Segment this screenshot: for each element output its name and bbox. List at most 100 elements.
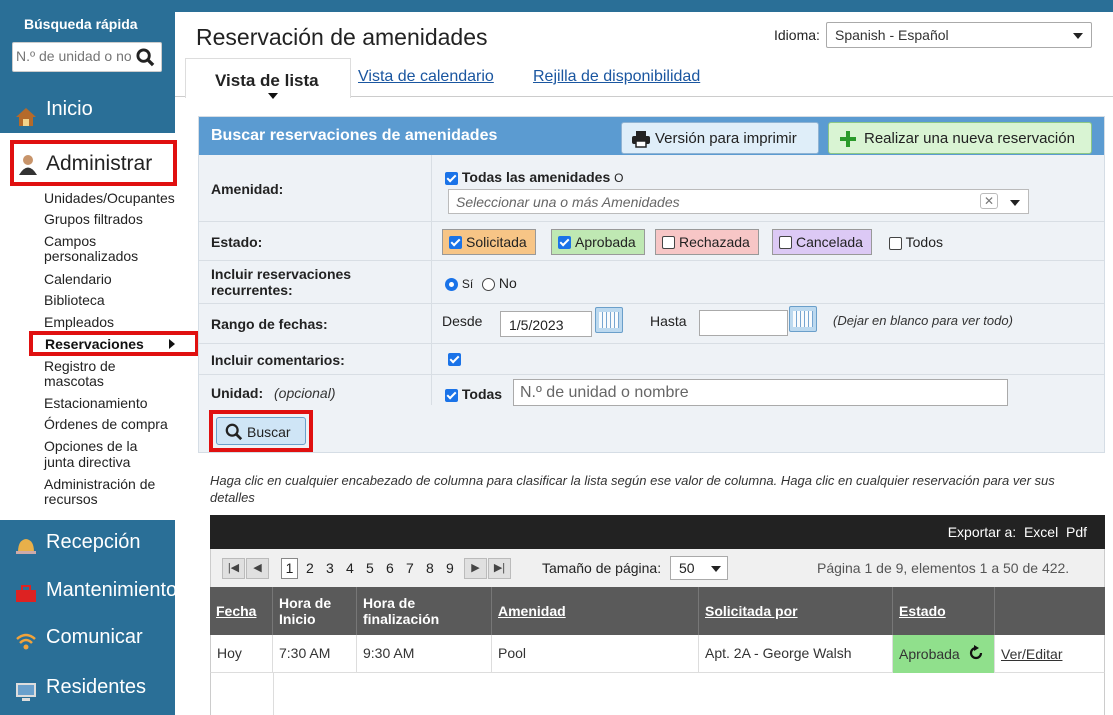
col-hora-inicio[interactable]: Hora de Inicio: [273, 587, 357, 635]
status-solicitada[interactable]: Solicitada: [442, 229, 536, 255]
yes-radio[interactable]: [445, 277, 458, 291]
language-label: Idioma:: [774, 27, 820, 43]
main-content: Reservación de amenidades Idioma: Spanis…: [175, 0, 1113, 715]
solicitada-checkbox[interactable]: [449, 235, 462, 249]
page-8-link[interactable]: 8: [426, 560, 434, 576]
last-page-icon[interactable]: ▶|: [488, 558, 511, 579]
bell-icon: [16, 539, 36, 554]
amenity-multiselect[interactable]: Seleccionar una o más Amenidades ✕: [448, 189, 1029, 214]
nav-inicio[interactable]: Inicio: [0, 95, 175, 133]
calendar-icon[interactable]: [595, 307, 623, 333]
or-label: O: [614, 171, 624, 185]
cell-action: Ver/Editar: [995, 635, 1104, 673]
unit-search-input[interactable]: N.º de unidad o nombre: [513, 379, 1008, 406]
tab-calendar-view[interactable]: Vista de calendario: [358, 68, 494, 86]
nav-comunicar[interactable]: Comunicar: [0, 616, 175, 662]
chevron-down-icon[interactable]: [1010, 200, 1020, 206]
sub-reservaciones[interactable]: Reservaciones: [29, 331, 199, 356]
col-hora-inicio-line2: Inicio: [279, 611, 316, 627]
col-actions: [995, 587, 1105, 635]
page-2-link[interactable]: 2: [306, 560, 314, 576]
from-date-input[interactable]: 1/5/2023: [500, 311, 592, 337]
col-solicitada[interactable]: Solicitada por: [699, 587, 893, 635]
no-radio[interactable]: [482, 277, 495, 291]
to-date-input[interactable]: [699, 310, 788, 336]
row-unit: Unidad: (opcional) Todas N.º de unidad o…: [199, 375, 1104, 409]
col-hora-inicio-line1: Hora de: [279, 595, 332, 611]
nav-mantenimiento[interactable]: Mantenimiento: [0, 568, 177, 614]
page-1-button[interactable]: 1: [281, 558, 298, 579]
unit-all-checkbox[interactable]: [445, 388, 458, 402]
unit-all-option[interactable]: Todas: [445, 386, 502, 402]
quick-search-input[interactable]: [16, 48, 131, 64]
next-page-icon[interactable]: ▶: [464, 558, 487, 579]
from-label: Desde: [442, 313, 483, 329]
language-select[interactable]: Spanish - Español: [826, 22, 1092, 48]
cancelada-checkbox[interactable]: [779, 235, 792, 249]
status-cancelada[interactable]: Cancelada: [772, 229, 872, 255]
sub-campos-1[interactable]: Campos: [44, 233, 96, 249]
sub-admin-recursos-1[interactable]: Administración de: [44, 476, 155, 492]
sub-empleados[interactable]: Empleados: [44, 314, 114, 330]
page-7-link[interactable]: 7: [406, 560, 414, 576]
new-reservation-button[interactable]: Realizar una nueva reservación: [828, 122, 1092, 154]
clear-icon[interactable]: ✕: [979, 193, 998, 209]
refresh-icon[interactable]: [968, 645, 984, 661]
col-hora-fin-label: Hora de finalización: [363, 595, 439, 627]
col-hora-fin[interactable]: Hora de finalización: [357, 587, 492, 635]
sub-admin-recursos-2[interactable]: recursos: [44, 491, 98, 507]
nav-inicio-label: Inicio: [46, 98, 93, 120]
print-version-button[interactable]: Versión para imprimir: [621, 122, 819, 154]
rechazada-checkbox[interactable]: [662, 235, 675, 249]
nav-administrar[interactable]: Administrar: [10, 140, 177, 186]
sub-unidades[interactable]: Unidades/Ocupantes: [44, 190, 175, 206]
recurring-no[interactable]: No: [482, 275, 517, 291]
calendar-icon[interactable]: [789, 306, 817, 332]
page-5-link[interactable]: 5: [366, 560, 374, 576]
search-button-highlight: Buscar: [209, 410, 313, 452]
sub-biblioteca[interactable]: Biblioteca: [44, 292, 105, 308]
status-rechazada[interactable]: Rechazada: [655, 229, 759, 255]
all-amenities-checkbox[interactable]: [445, 171, 458, 185]
status-aprobada[interactable]: Aprobada: [551, 229, 645, 255]
col-fecha[interactable]: Fecha: [210, 587, 273, 635]
sub-registro-2[interactable]: mascotas: [44, 373, 104, 389]
sub-estacionamiento[interactable]: Estacionamiento: [44, 395, 148, 411]
page-6-link[interactable]: 6: [386, 560, 394, 576]
nav-residentes[interactable]: Residentes: [0, 666, 175, 712]
export-excel-link[interactable]: Excel: [1024, 524, 1058, 540]
recurring-yes[interactable]: Sí: [445, 275, 473, 291]
sub-ordenes[interactable]: Órdenes de compra: [44, 416, 168, 432]
from-date-value: 1/5/2023: [509, 317, 564, 333]
all-amenities-option[interactable]: Todas las amenidades O: [445, 169, 623, 185]
col-amenidad[interactable]: Amenidad: [492, 587, 699, 635]
comments-checkbox[interactable]: [448, 353, 461, 366]
view-edit-link[interactable]: Ver/Editar: [1001, 646, 1062, 662]
status-label: Estado:: [211, 234, 263, 250]
page-9-link[interactable]: 9: [446, 560, 454, 576]
row-recurring: Incluir reservaciones recurrentes: Sí No: [199, 261, 1104, 304]
first-page-icon[interactable]: |◀: [222, 558, 245, 579]
sub-grupos[interactable]: Grupos filtrados: [44, 211, 143, 227]
nav-recepcion[interactable]: Recepción: [0, 520, 175, 566]
sub-registro-1[interactable]: Registro de: [44, 358, 116, 374]
todos-checkbox[interactable]: [889, 236, 902, 250]
search-icon[interactable]: [136, 48, 155, 67]
sub-opciones-2[interactable]: junta directiva: [44, 454, 130, 470]
page-size-select[interactable]: 50: [670, 556, 728, 580]
col-estado[interactable]: Estado: [893, 587, 995, 635]
page-4-link[interactable]: 4: [346, 560, 354, 576]
tab-availability-grid[interactable]: Rejilla de disponibilidad: [533, 68, 700, 86]
status-todos[interactable]: Todos: [889, 234, 943, 250]
search-button[interactable]: Buscar: [216, 417, 306, 445]
quick-search-field[interactable]: [12, 42, 162, 72]
table-row[interactable]: Hoy 7:30 AM 9:30 AM Pool Apt. 2A - Georg…: [210, 635, 1105, 673]
sub-campos-2[interactable]: personalizados: [44, 248, 138, 264]
aprobada-checkbox[interactable]: [558, 235, 571, 249]
sub-calendario[interactable]: Calendario: [44, 271, 112, 287]
export-pdf-link[interactable]: Pdf: [1066, 524, 1087, 540]
tab-list-view[interactable]: Vista de lista: [185, 58, 351, 99]
page-3-link[interactable]: 3: [326, 560, 334, 576]
prev-page-icon[interactable]: ◀: [246, 558, 269, 579]
sub-opciones-1[interactable]: Opciones de la: [44, 438, 137, 454]
